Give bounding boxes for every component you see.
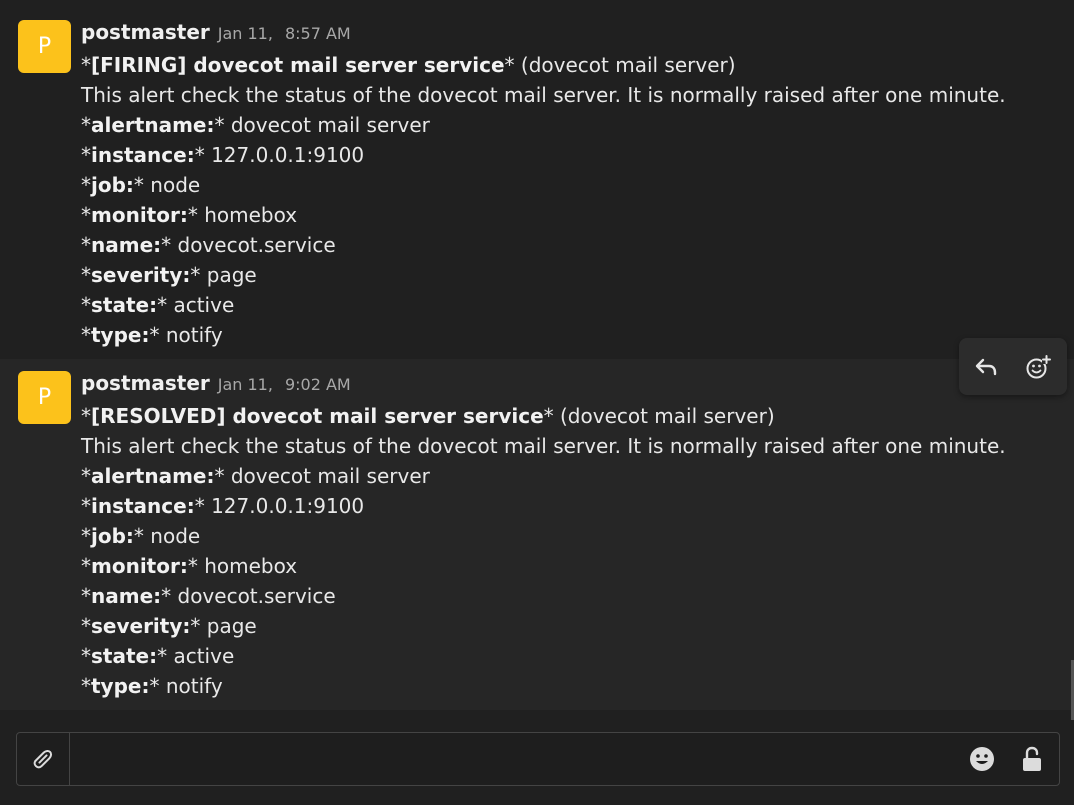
field-value: * active: [157, 293, 235, 317]
add-reaction-icon: [1026, 355, 1051, 379]
message-time[interactable]: 8:57 AM: [285, 24, 351, 43]
field-alertname: *alertname:* dovecot mail server: [81, 464, 430, 488]
field-key: instance:: [91, 143, 195, 167]
field-key: name:: [91, 233, 162, 257]
field-value: * node: [133, 524, 201, 548]
field-key: monitor:: [91, 203, 188, 227]
paperclip-icon: [33, 749, 53, 769]
field-job: *job:* node: [81, 173, 201, 197]
field-value: * dovecot mail server: [214, 113, 430, 137]
message-header: postmaster Jan 11, 8:57 AM: [81, 20, 351, 50]
field-value: * notify: [149, 674, 223, 698]
field-key: alertname:: [91, 464, 215, 488]
field-value: * 127.0.0.1:9100: [194, 143, 365, 167]
message-date: Jan 11,: [217, 24, 273, 43]
field-alertname: *alertname:* dovecot mail server: [81, 113, 430, 137]
field-key: type:: [91, 323, 150, 347]
avatar[interactable]: P: [18, 371, 71, 424]
field-key: severity:: [91, 263, 191, 287]
reply-icon: [975, 358, 997, 376]
field-value: * dovecot.service: [161, 233, 336, 257]
message-time[interactable]: 9:02 AM: [285, 375, 351, 394]
field-name: *name:* dovecot.service: [81, 233, 336, 257]
message[interactable]: P postmaster Jan 11, 8:57 AM *[FIRING] dov…: [0, 8, 1074, 359]
field-value: * dovecot mail server: [214, 464, 430, 488]
alert-description: This alert check the status of the dovec…: [81, 434, 1006, 458]
field-key: alertname:: [91, 113, 215, 137]
alert-title: *[RESOLVED] dovecot mail server service*…: [81, 401, 1006, 431]
field-value: * node: [133, 173, 201, 197]
field-value: * page: [190, 263, 257, 287]
field-value: * homebox: [187, 203, 298, 227]
text-prefix: *: [81, 404, 91, 428]
alert-description: This alert check the status of the dovec…: [81, 83, 1006, 107]
text-suffix: * (dovecot mail server): [504, 53, 736, 77]
field-job: *job:* node: [81, 524, 201, 548]
field-key: job:: [91, 173, 134, 197]
field-value: * active: [157, 644, 235, 668]
add-reaction-button[interactable]: [1019, 348, 1057, 386]
reply-button[interactable]: [967, 348, 1005, 386]
field-key: type:: [91, 674, 150, 698]
message-body: *[FIRING] dovecot mail server service* (…: [81, 50, 1006, 350]
alert-title-bold: [FIRING] dovecot mail server service: [91, 53, 505, 77]
encryption-toggle[interactable]: [1015, 742, 1049, 776]
message-composer: [16, 732, 1060, 786]
attach-button[interactable]: [17, 733, 70, 785]
field-name: *name:* dovecot.service: [81, 584, 336, 608]
emoji-button[interactable]: [965, 742, 999, 776]
field-type: *type:* notify: [81, 674, 223, 698]
message-input[interactable]: [71, 733, 951, 785]
unlocked-padlock-icon: [1023, 746, 1041, 771]
field-key: name:: [91, 584, 162, 608]
field-key: monitor:: [91, 554, 188, 578]
field-key: severity:: [91, 614, 191, 638]
text-prefix: *: [81, 53, 91, 77]
field-instance: *instance:* 127.0.0.1:9100: [81, 143, 365, 167]
field-severity: *severity:* page: [81, 614, 257, 638]
field-key: job:: [91, 524, 134, 548]
text-suffix: * (dovecot mail server): [543, 404, 775, 428]
sender-name[interactable]: postmaster: [81, 20, 210, 44]
field-value: * page: [190, 614, 257, 638]
field-state: *state:* active: [81, 293, 235, 317]
emoji-icon: [970, 747, 994, 771]
field-monitor: *monitor:* homebox: [81, 203, 298, 227]
message-action-bar: [959, 338, 1067, 395]
field-severity: *severity:* page: [81, 263, 257, 287]
field-value: * notify: [149, 323, 223, 347]
field-monitor: *monitor:* homebox: [81, 554, 298, 578]
field-value: * homebox: [187, 554, 298, 578]
message-timeline: P postmaster Jan 11, 8:57 AM *[FIRING] dov…: [0, 0, 1074, 710]
field-type: *type:* notify: [81, 323, 223, 347]
sender-name[interactable]: postmaster: [81, 371, 210, 395]
field-instance: *instance:* 127.0.0.1:9100: [81, 494, 365, 518]
field-value: * dovecot.service: [161, 584, 336, 608]
field-key: state:: [91, 293, 158, 317]
message[interactable]: P postmaster Jan 11, 9:02 AM *[RESOLVED] d…: [0, 359, 1074, 710]
alert-title: *[FIRING] dovecot mail server service* (…: [81, 50, 1006, 80]
avatar[interactable]: P: [18, 20, 71, 73]
message-date: Jan 11,: [217, 375, 273, 394]
field-key: state:: [91, 644, 158, 668]
alert-title-bold: [RESOLVED] dovecot mail server service: [91, 404, 544, 428]
message-body: *[RESOLVED] dovecot mail server service*…: [81, 401, 1006, 701]
field-value: * 127.0.0.1:9100: [194, 494, 365, 518]
field-state: *state:* active: [81, 644, 235, 668]
message-header: postmaster Jan 11, 9:02 AM: [81, 371, 351, 401]
field-key: instance:: [91, 494, 195, 518]
